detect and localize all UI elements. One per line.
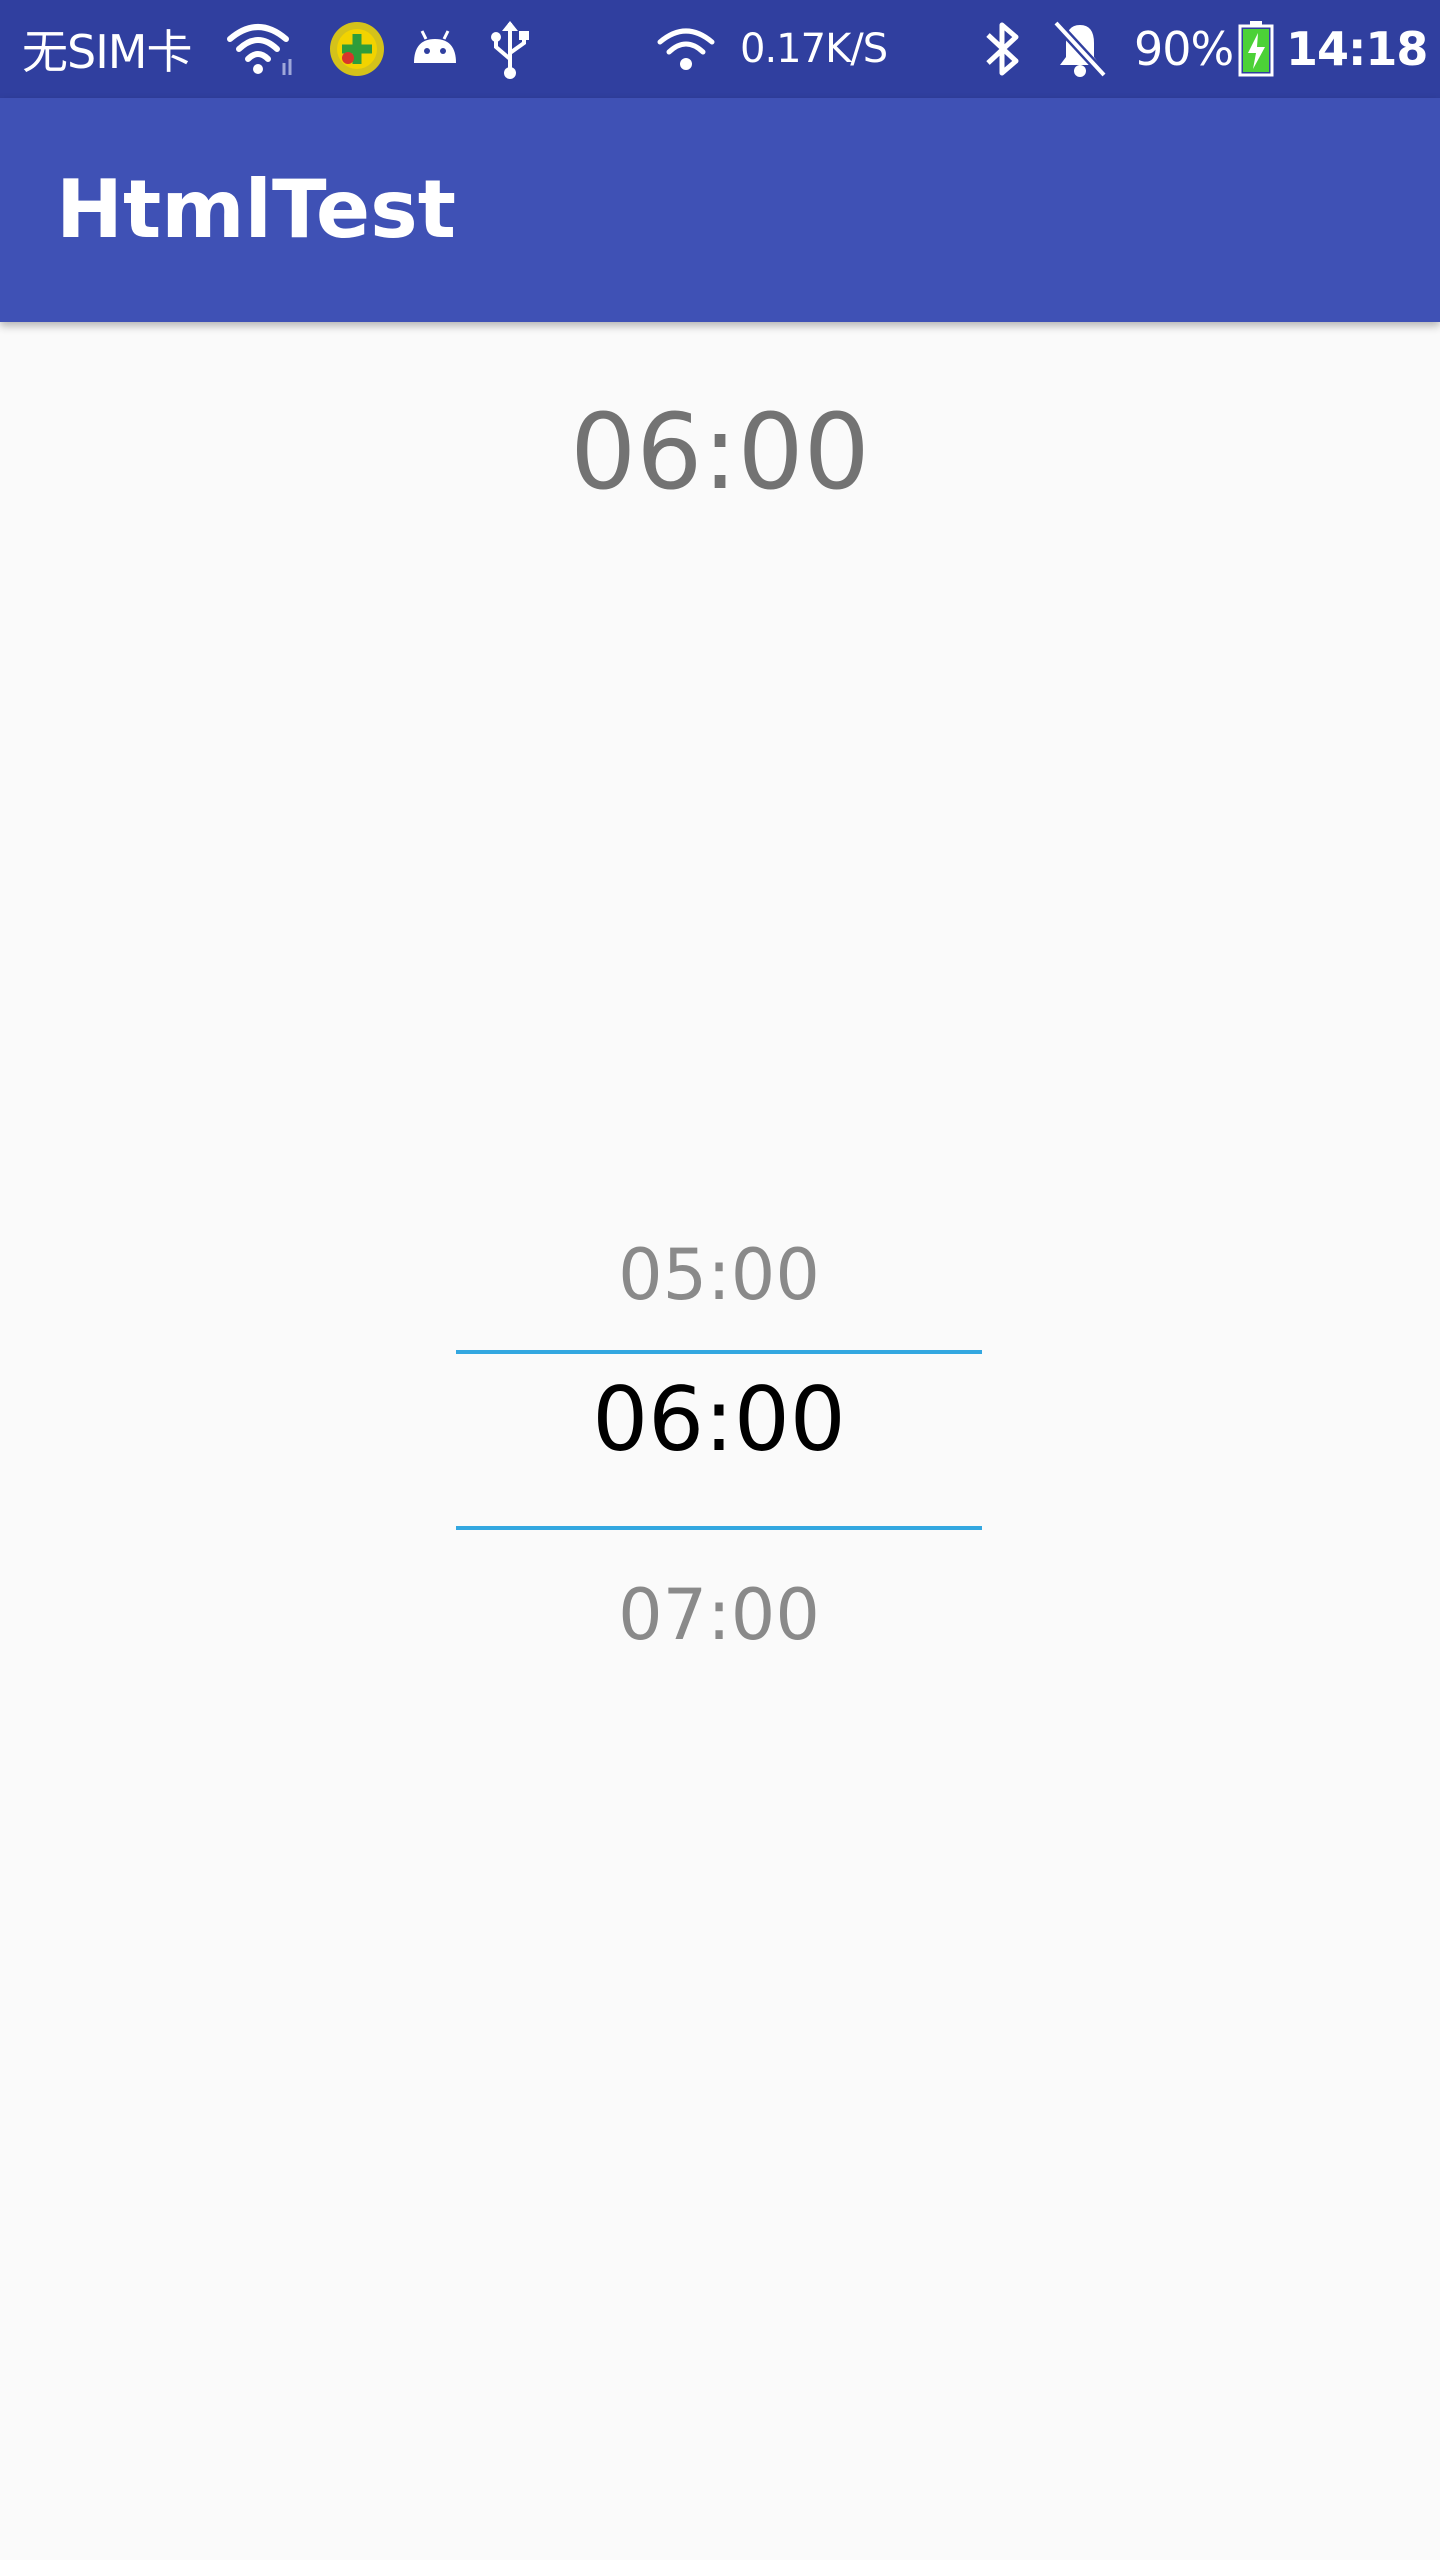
android-icon [410, 0, 460, 98]
network-speed: 0.17K/S [740, 26, 888, 72]
wifi-icon [226, 0, 296, 98]
battery-charging-icon [1238, 0, 1274, 98]
picker-top-divider [456, 1350, 982, 1354]
bluetooth-icon [980, 0, 1026, 98]
carrier-label: 无SIM卡 [22, 25, 192, 79]
picker-next-value[interactable]: 07:00 [456, 1560, 982, 1670]
app-title: HtmlTest [56, 163, 457, 256]
picker-bottom-divider [456, 1526, 982, 1530]
app-notification-icon [328, 0, 386, 98]
clock: 14:18 [1286, 22, 1428, 76]
usb-icon [488, 0, 532, 98]
battery-percent: 90% [1134, 22, 1234, 76]
wifi-hotspot-icon [656, 0, 716, 98]
app-bar: HtmlTest [0, 98, 1440, 322]
picker-current-value[interactable]: 06:00 [456, 1355, 982, 1485]
status-bar: 无SIM卡 0.17K/S 90% 14:18 [0, 0, 1440, 98]
time-picker[interactable]: 05:00 06:00 07:00 [456, 1190, 982, 1680]
notifications-off-icon [1052, 0, 1108, 98]
picker-previous-value[interactable]: 05:00 [456, 1220, 982, 1330]
selected-time-display: 06:00 [570, 391, 870, 513]
